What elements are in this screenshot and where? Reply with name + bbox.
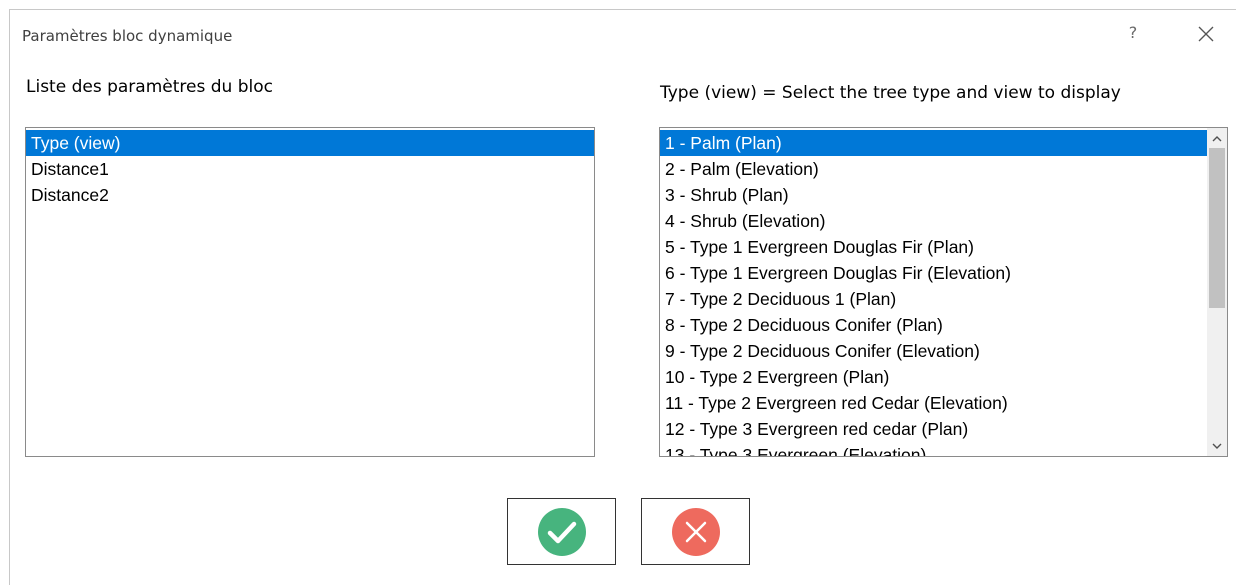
tree-type-list-item[interactable]: 3 - Shrub (Plan)	[660, 182, 1207, 208]
dialog-title: Paramètres bloc dynamique	[22, 27, 233, 45]
parameters-list-label: Liste des paramètres du bloc	[26, 77, 273, 97]
parameters-list-rows: Type (view) Distance1 Distance2	[26, 130, 594, 208]
tree-type-list-item[interactable]: 7 - Type 2 Deciduous 1 (Plan)	[660, 286, 1207, 312]
tree-type-list-rows: 1 - Palm (Plan) 2 - Palm (Elevation) 3 - S…	[660, 130, 1207, 456]
tree-type-list-item[interactable]: 8 - Type 2 Deciduous Conifer (Plan)	[660, 312, 1207, 338]
checkmark-icon	[537, 507, 586, 556]
tree-type-listbox[interactable]: 1 - Palm (Plan) 2 - Palm (Elevation) 3 - S…	[659, 127, 1228, 457]
scroll-up-button[interactable]	[1207, 128, 1227, 148]
chevron-up-icon	[1212, 135, 1222, 141]
scroll-down-button[interactable]	[1207, 436, 1227, 456]
tree-type-list-item[interactable]: 2 - Palm (Elevation)	[660, 156, 1207, 182]
scroll-thumb[interactable]	[1209, 148, 1225, 308]
parameter-description-label: Type (view) = Select the tree type and v…	[660, 83, 1121, 103]
tree-type-list-item[interactable]: 6 - Type 1 Evergreen Douglas Fir (Elevat…	[660, 260, 1207, 286]
ok-button[interactable]	[507, 498, 616, 565]
cancel-x-icon	[671, 507, 720, 556]
chevron-down-icon	[1212, 443, 1222, 449]
tree-type-list-item[interactable]: 5 - Type 1 Evergreen Douglas Fir (Plan)	[660, 234, 1207, 260]
close-button[interactable]	[1193, 22, 1219, 46]
parameter-list-item[interactable]: Type (view)	[26, 130, 594, 156]
parameter-list-item[interactable]: Distance2	[26, 182, 594, 208]
tree-type-list-item[interactable]: 10 - Type 2 Evergreen (Plan)	[660, 364, 1207, 390]
tree-type-list-item[interactable]: 9 - Type 2 Deciduous Conifer (Elevation)	[660, 338, 1207, 364]
close-icon	[1198, 26, 1214, 42]
parameter-list-item[interactable]: Distance1	[26, 156, 594, 182]
ok-icon-circle	[537, 507, 586, 556]
tree-type-list-item[interactable]: 4 - Shrub (Elevation)	[660, 208, 1207, 234]
tree-type-list-item[interactable]: 1 - Palm (Plan)	[660, 130, 1207, 156]
tree-type-list-item[interactable]: 11 - Type 2 Evergreen red Cedar (Elevati…	[660, 390, 1207, 416]
help-button[interactable]: ?	[1123, 22, 1143, 44]
vertical-scrollbar[interactable]	[1207, 128, 1227, 456]
tree-type-list-item[interactable]: 13 - Type 3 Evergreen (Elevation)	[660, 442, 1207, 456]
parameters-listbox[interactable]: Type (view) Distance1 Distance2	[25, 127, 595, 457]
tree-type-list-item[interactable]: 12 - Type 3 Evergreen red cedar (Plan)	[660, 416, 1207, 442]
cancel-button[interactable]	[641, 498, 750, 565]
